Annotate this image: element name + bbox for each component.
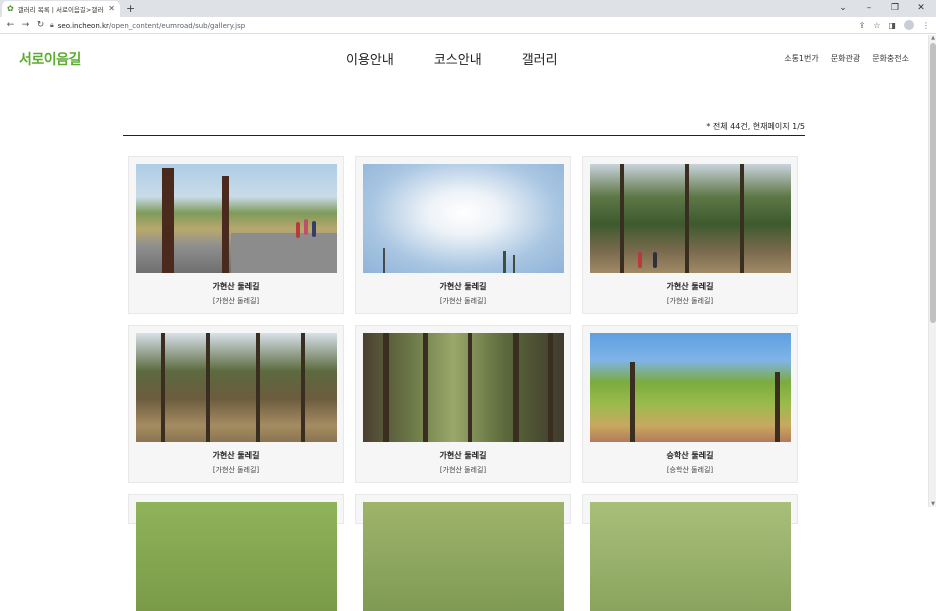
gallery-card-subtitle: [가현산 둘레길]	[439, 297, 487, 305]
browser-toolbar: ← → ↻ 🔒︎ seo.incheon.kr/open_content/eum…	[0, 17, 936, 34]
side-panel-icon[interactable]: ◨	[888, 17, 896, 34]
util-link-tourism[interactable]: 문화관광	[831, 53, 860, 64]
tab-search-icon[interactable]: ⌄	[836, 0, 850, 17]
scroll-down-icon[interactable]: ▼	[929, 501, 936, 507]
close-window-icon[interactable]: ✕	[914, 0, 928, 17]
gallery-card-subtitle: [가현산 둘레길]	[666, 297, 714, 305]
gallery-thumbnail[interactable]	[590, 502, 791, 611]
browser-tabstrip: ✿ 갤러리 목록 | 서로이음길>갤러리 ✕ + ⌄ – ❐ ✕	[0, 0, 936, 17]
address-url: seo.incheon.kr/open_content/eumroad/sub/…	[57, 21, 246, 30]
gallery-thumbnail[interactable]	[590, 164, 791, 273]
gallery-card[interactable]: 가현산 둘레길 [가현산 둘레길]	[582, 156, 798, 314]
new-tab-icon[interactable]: +	[126, 1, 135, 16]
gallery-card-subtitle: [승학산 둘레길]	[666, 466, 714, 474]
gallery-thumbnail[interactable]	[363, 164, 564, 273]
menu-kebab-icon[interactable]: ⋮	[922, 17, 930, 34]
gallery-card[interactable]	[582, 494, 798, 611]
forward-icon[interactable]: →	[19, 17, 32, 34]
gallery-card-subtitle: [가현산 둘레길]	[212, 297, 260, 305]
back-icon[interactable]: ←	[4, 17, 17, 34]
gallery-card[interactable]: 가현산 둘레길 [가현산 둘레길]	[128, 156, 344, 314]
bookmark-star-icon[interactable]: ☆	[873, 17, 880, 34]
tab-title: 갤러리 목록 | 서로이음길>갤러리	[17, 6, 105, 14]
gallery-card-subtitle: [가현산 둘레길]	[212, 466, 260, 474]
gallery-card-subtitle: [가현산 둘레길]	[439, 466, 487, 474]
gallery-thumbnail[interactable]	[136, 502, 337, 611]
util-link-communication[interactable]: 소통1번가	[784, 53, 819, 64]
lock-icon: 🔒︎	[50, 21, 54, 29]
gallery-thumbnail[interactable]	[590, 333, 791, 442]
address-bar[interactable]: 🔒︎ seo.incheon.kr/open_content/eumroad/s…	[50, 19, 858, 32]
share-icon[interactable]: ⇪	[859, 17, 866, 34]
nav-item-gallery[interactable]: 갤러리	[522, 49, 558, 68]
gallery-card[interactable]: 가현산 둘레길 [가현산 둘레길]	[355, 156, 571, 314]
site-logo[interactable]: 서로이음길	[19, 49, 81, 69]
divider	[123, 135, 805, 136]
gallery-card-title: 가현산 둘레길	[212, 282, 260, 291]
gallery-card-title: 가현산 둘레길	[439, 282, 487, 291]
gallery-card[interactable]: 승학산 둘레길 [승학산 둘레길]	[582, 325, 798, 483]
page-scrollbar[interactable]: ▲ ▼	[928, 35, 936, 507]
nav-item-course[interactable]: 코스안내	[434, 49, 482, 68]
gallery-thumbnail[interactable]	[136, 333, 337, 442]
gallery-card-title: 승학산 둘레길	[666, 451, 714, 460]
main-nav: 이용안내 코스안내 갤러리	[346, 49, 598, 68]
gallery-card[interactable]	[355, 494, 571, 611]
gallery-card-title: 가현산 둘레길	[212, 451, 260, 460]
util-link-culture[interactable]: 문화충전소	[872, 53, 909, 64]
reload-icon[interactable]: ↻	[34, 17, 47, 34]
gallery-card[interactable]: 가현산 둘레길 [가현산 둘레길]	[128, 325, 344, 483]
gallery-card-title: 가현산 둘레길	[666, 282, 714, 291]
site-favicon-icon: ✿	[7, 4, 14, 13]
restore-icon[interactable]: ❐	[888, 0, 902, 17]
gallery-grid: 가현산 둘레길 [가현산 둘레길] 가현산 둘레길 [가현산 둘레길] 가현산 …	[128, 156, 798, 611]
browser-tab[interactable]: ✿ 갤러리 목록 | 서로이음길>갤러리 ✕	[2, 1, 120, 17]
profile-avatar-icon[interactable]	[904, 20, 914, 30]
gallery-card[interactable]: 가현산 둘레길 [가현산 둘레길]	[355, 325, 571, 483]
minimize-icon[interactable]: –	[862, 0, 876, 17]
utility-nav: 소통1번가 문화관광 문화충전소	[784, 53, 909, 64]
gallery-card-title: 가현산 둘레길	[439, 451, 487, 460]
result-count: * 전체 44건, 현재페이지 1/5	[706, 122, 805, 131]
scroll-up-icon[interactable]: ▲	[929, 35, 936, 41]
gallery-thumbnail[interactable]	[363, 333, 564, 442]
window-controls: ⌄ – ❐ ✕	[836, 0, 928, 17]
gallery-thumbnail[interactable]	[363, 502, 564, 611]
gallery-card[interactable]	[128, 494, 344, 611]
scroll-thumb[interactable]	[930, 43, 936, 323]
gallery-thumbnail[interactable]	[136, 164, 337, 273]
nav-item-usage[interactable]: 이용안내	[346, 49, 394, 68]
close-tab-icon[interactable]: ✕	[108, 5, 115, 13]
